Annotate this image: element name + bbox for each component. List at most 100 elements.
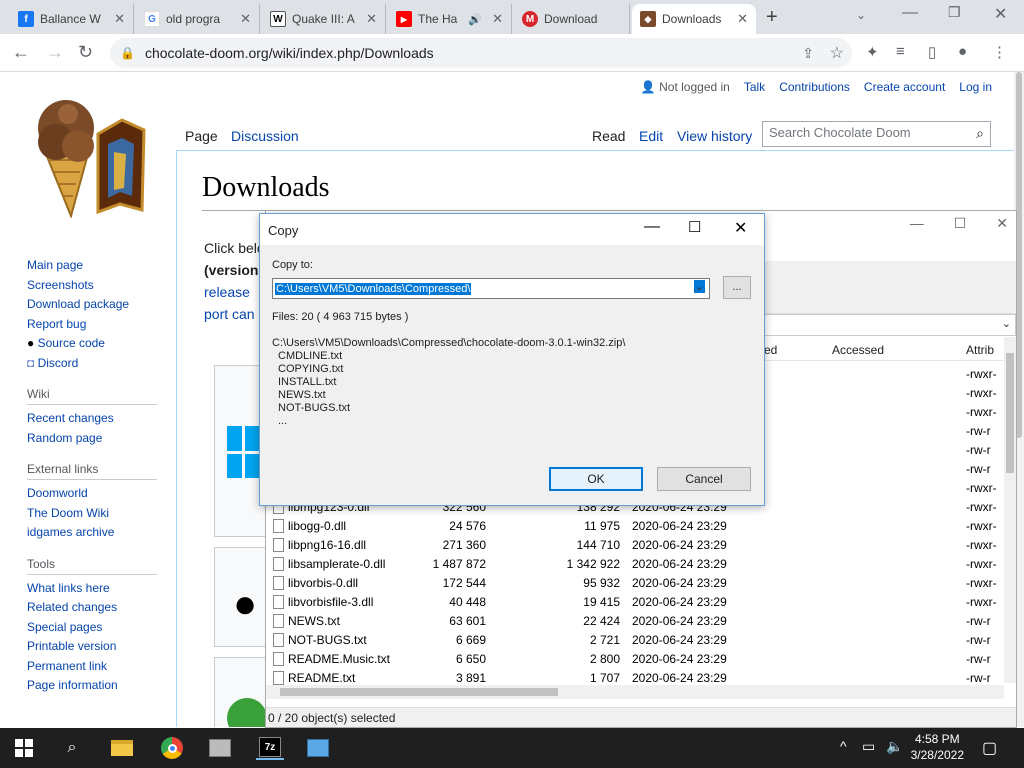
- 7zip-icon[interactable]: 7z: [256, 736, 284, 760]
- tab-discussion[interactable]: Discussion: [231, 128, 299, 144]
- tab-edit[interactable]: Edit: [639, 128, 663, 144]
- browse-button[interactable]: ...: [723, 276, 751, 299]
- cancel-button[interactable]: Cancel: [657, 467, 751, 491]
- close-icon[interactable]: ✕: [734, 218, 747, 238]
- close-window-icon[interactable]: ✕: [994, 4, 1007, 24]
- tab-0[interactable]: f Ballance W ✕: [10, 4, 134, 34]
- tab-5-active[interactable]: ◆ Downloads ✕: [632, 4, 756, 34]
- sidebar-item-random-page[interactable]: Random page: [27, 429, 157, 449]
- sidebar-item-source-code[interactable]: ● Source code: [27, 334, 157, 354]
- close-icon[interactable]: ✕: [996, 215, 1008, 232]
- chevron-down-icon[interactable]: ⌄: [1002, 317, 1011, 330]
- log-in-link[interactable]: Log in: [959, 80, 992, 94]
- mac-download-box[interactable]: ●: [214, 547, 266, 647]
- menu-icon[interactable]: ⋮: [992, 43, 1007, 61]
- sidebar-item-discord[interactable]: ◘ Discord: [27, 354, 157, 374]
- clock[interactable]: 4:58 PM 3/28/2022: [911, 731, 964, 763]
- chevron-down-icon[interactable]: ⌄: [693, 280, 705, 293]
- sidebar-item-idgames[interactable]: idgames archive: [27, 523, 157, 543]
- create-account-link[interactable]: Create account: [864, 80, 945, 94]
- search-icon[interactable]: ⌕: [60, 736, 84, 760]
- ok-button[interactable]: OK: [549, 467, 643, 491]
- linux-download-box[interactable]: [214, 657, 267, 727]
- sidebar-item-doom-wiki[interactable]: The Doom Wiki: [27, 504, 157, 524]
- tab-view-history[interactable]: View history: [677, 128, 752, 144]
- table-row[interactable]: libsamplerate-0.dll 1 487 872 1 342 922 202…: [266, 555, 1004, 574]
- close-icon[interactable]: ✕: [366, 11, 377, 27]
- close-icon[interactable]: ✕: [240, 11, 251, 27]
- sidebar-item-recent-changes[interactable]: Recent changes: [27, 409, 157, 429]
- column-attrib[interactable]: Attrib: [966, 343, 994, 357]
- tab-search-icon[interactable]: ⌄: [856, 8, 866, 22]
- file-explorer-icon[interactable]: [110, 736, 134, 760]
- close-icon[interactable]: ✕: [737, 11, 748, 27]
- list-horizontal-scrollbar[interactable]: [266, 685, 1004, 699]
- bookmark-star-icon[interactable]: ☆: [830, 43, 844, 63]
- sidebar-item-report-bug[interactable]: Report bug: [27, 315, 157, 335]
- speaker-icon[interactable]: 🔊: [468, 13, 482, 26]
- column-modified[interactable]: ed: [764, 343, 777, 357]
- volume-icon[interactable]: 🔈: [886, 738, 903, 755]
- destination-combo[interactable]: C:\Users\VM5\Downloads\Compressed\ ⌄: [272, 278, 710, 299]
- search-icon[interactable]: ⌕: [976, 125, 984, 142]
- port-link[interactable]: port can: [204, 306, 255, 322]
- app-icon[interactable]: [208, 736, 232, 760]
- back-icon[interactable]: ←: [12, 42, 30, 63]
- media-icon[interactable]: ≡: [896, 43, 905, 60]
- sidebar-item-screenshots[interactable]: Screenshots: [27, 276, 157, 296]
- contributions-link[interactable]: Contributions: [779, 80, 850, 94]
- tab-read[interactable]: Read: [592, 128, 625, 144]
- sidebar-item-permanent-link[interactable]: Permanent link: [27, 657, 157, 677]
- table-row[interactable]: libpng16-16.dll 271 360 144 710 2020-06-24 …: [266, 536, 1004, 555]
- close-icon[interactable]: ✕: [492, 11, 503, 27]
- tab-4[interactable]: M Download: [514, 4, 630, 34]
- profile-icon[interactable]: ●: [958, 43, 967, 60]
- minimize-icon[interactable]: —: [902, 4, 918, 22]
- column-accessed[interactable]: Accessed: [832, 343, 884, 357]
- control-panel-icon[interactable]: [306, 736, 330, 760]
- new-tab-button[interactable]: +: [766, 6, 778, 29]
- table-row[interactable]: libvorbis-0.dll 172 544 95 932 2020-06-24 2…: [266, 574, 1004, 593]
- talk-link[interactable]: Talk: [744, 80, 765, 94]
- minimize-icon[interactable]: —: [910, 215, 924, 232]
- share-icon[interactable]: ⇪: [802, 45, 814, 62]
- release-link[interactable]: release: [204, 284, 250, 300]
- search-input[interactable]: Search Chocolate Doom ⌕: [762, 121, 991, 147]
- forward-icon[interactable]: →: [46, 42, 64, 63]
- network-icon[interactable]: ▭: [862, 738, 875, 755]
- reload-icon[interactable]: ↻: [78, 42, 93, 63]
- table-row[interactable]: libogg-0.dll 24 576 11 975 2020-06-24 23:29…: [266, 517, 1004, 536]
- tab-page[interactable]: Page: [185, 128, 218, 144]
- maximize-icon[interactable]: ☐: [688, 218, 701, 236]
- sidebar-item-download-package[interactable]: Download package: [27, 295, 157, 315]
- path-combo[interactable]: ⌄: [764, 314, 1016, 336]
- table-row[interactable]: NOT-BUGS.txt 6 669 2 721 2020-06-24 23:29 -r…: [266, 631, 1004, 650]
- table-row[interactable]: libvorbisfile-3.dll 40 448 19 415 2020-06-2…: [266, 593, 1004, 612]
- sidebar-item-printable-version[interactable]: Printable version: [27, 637, 157, 657]
- list-vertical-scrollbar[interactable]: [1004, 337, 1016, 683]
- sidebar-item-related-changes[interactable]: Related changes: [27, 598, 157, 618]
- restore-icon[interactable]: ❐: [948, 4, 961, 21]
- tab-3[interactable]: ▶ The Ha 🔊 ✕: [388, 4, 512, 34]
- chevron-up-icon[interactable]: ^: [840, 738, 847, 754]
- table-row[interactable]: NEWS.txt 63 601 22 424 2020-06-24 23:29 -rw-…: [266, 612, 1004, 631]
- scrollbar-thumb[interactable]: [280, 688, 558, 696]
- tab-1[interactable]: G old progra ✕: [136, 4, 260, 34]
- chocolate-doom-logo[interactable]: [26, 94, 148, 220]
- sidebar-item-doomworld[interactable]: Doomworld: [27, 484, 157, 504]
- address-bar[interactable]: 🔒 chocolate-doom.org/wiki/index.php/Down…: [110, 38, 852, 68]
- notifications-icon[interactable]: ▢: [982, 738, 997, 758]
- sidebar-item-main-page[interactable]: Main page: [27, 256, 157, 276]
- sidebar-item-special-pages[interactable]: Special pages: [27, 618, 157, 638]
- scrollbar-thumb[interactable]: [1006, 353, 1014, 473]
- sidepanel-icon[interactable]: ▯: [928, 43, 936, 61]
- close-icon[interactable]: ✕: [114, 11, 125, 27]
- maximize-icon[interactable]: ☐: [954, 215, 967, 232]
- sidebar-item-what-links-here[interactable]: What links here: [27, 579, 157, 599]
- windows-start-icon[interactable]: [12, 736, 36, 760]
- table-row[interactable]: README.Music.txt 6 650 2 800 2020-06-24 23:…: [266, 650, 1004, 669]
- sidebar-item-page-information[interactable]: Page information: [27, 676, 157, 696]
- minimize-icon[interactable]: —: [644, 218, 660, 236]
- extensions-icon[interactable]: ✦: [866, 43, 879, 61]
- tab-2[interactable]: W Quake III: A ✕: [262, 4, 386, 34]
